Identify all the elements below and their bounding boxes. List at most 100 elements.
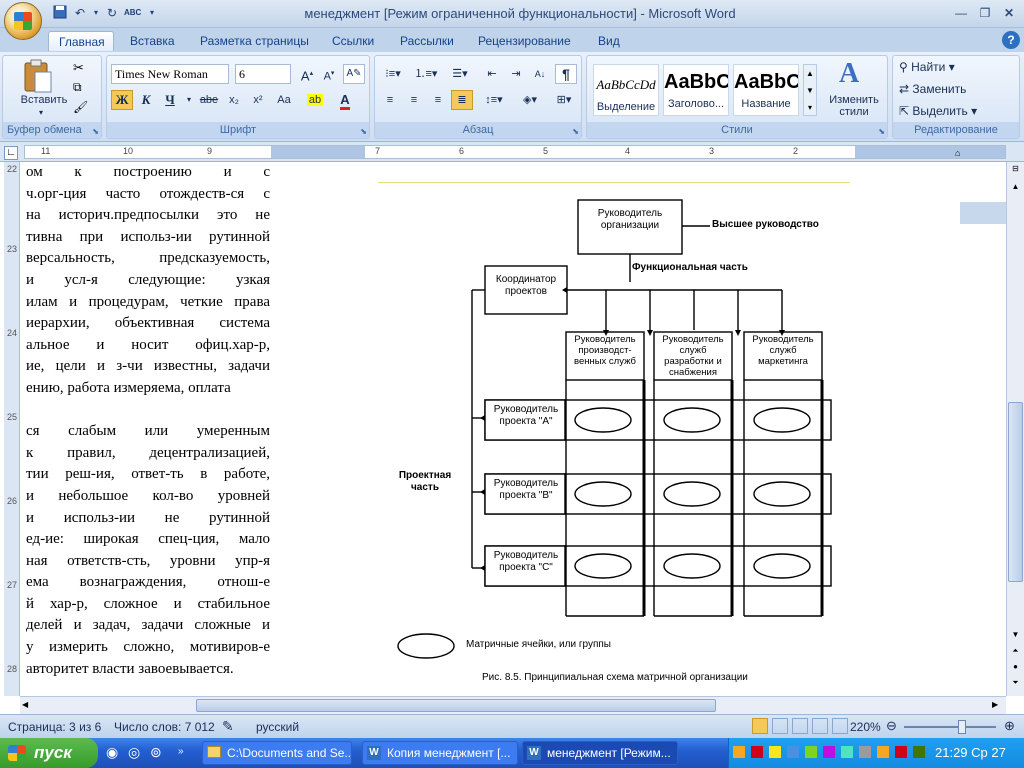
styles-scroll[interactable]: ▲ ▼ ▾ <box>803 64 817 116</box>
decrease-indent-icon[interactable]: ⇤ <box>481 64 503 84</box>
text-line[interactable]: тивна при использ-ии рутинной <box>26 227 270 249</box>
tab-page-layout[interactable]: Разметка страницы <box>190 31 319 51</box>
document-page[interactable]: ом к построению и с ч.орг-ция часто отожд… <box>20 162 1006 696</box>
grow-font-icon[interactable]: A▴ <box>297 64 317 84</box>
help-icon[interactable]: ? <box>1002 31 1020 49</box>
text-line[interactable]: ся слабым или умеренным <box>26 421 270 443</box>
shading-icon[interactable]: ◈▾ <box>515 90 545 110</box>
text-line[interactable]: ие, цели и з-чи известны, задачи <box>26 356 270 378</box>
underline-dropdown-icon[interactable]: ▾ <box>185 90 193 110</box>
increase-indent-icon[interactable]: ⇥ <box>505 64 527 84</box>
shrink-font-icon[interactable]: A▾ <box>319 64 339 84</box>
taskbar-item-explorer[interactable]: C:\Documents and Se... <box>202 741 352 765</box>
tray-icon[interactable] <box>895 746 907 758</box>
dialog-launcher-icon[interactable]: ⬊ <box>92 127 99 136</box>
text-line[interactable] <box>26 400 270 422</box>
save-icon[interactable] <box>52 5 68 21</box>
outline-icon[interactable] <box>812 718 828 734</box>
text-line[interactable]: и использ-ии не рутинной <box>26 508 270 530</box>
quicklaunch-icon[interactable]: ⊚ <box>150 744 162 761</box>
text-line[interactable]: ная ответств-сть, уровни упр-я <box>26 551 270 573</box>
text-line[interactable]: ом к построению и с <box>26 162 270 184</box>
tray-icon[interactable] <box>823 746 835 758</box>
tab-home[interactable]: Главная <box>48 31 114 51</box>
tray-icon[interactable] <box>841 746 853 758</box>
dialog-launcher-icon[interactable]: ⬊ <box>360 127 367 136</box>
align-center-icon[interactable]: ≡ <box>403 90 425 110</box>
quicklaunch-more-icon[interactable]: » <box>178 746 184 757</box>
tab-selector[interactable]: ∟ <box>4 146 18 160</box>
change-styles-icon[interactable]: A <box>839 58 859 90</box>
close-button[interactable]: ✕ <box>998 4 1020 22</box>
borders-icon[interactable]: ⊞▾ <box>549 90 579 110</box>
zoom-out-icon[interactable]: ⊖ <box>886 718 897 734</box>
tray-icon[interactable] <box>859 746 871 758</box>
change-styles-button[interactable]: Изменить стили <box>819 94 889 118</box>
minimize-button[interactable]: — <box>950 4 972 22</box>
style-emphasis[interactable]: AaBbCcDd Выделение <box>593 64 659 116</box>
quicklaunch-icon[interactable]: ◎ <box>128 744 140 761</box>
text-line[interactable]: к правил, децентрализацией, <box>26 443 270 465</box>
underline-button[interactable]: Ч <box>159 90 181 110</box>
zoom-slider[interactable] <box>904 726 996 728</box>
font-color-icon[interactable]: A <box>333 90 357 110</box>
undo-icon[interactable]: ↶ <box>72 5 88 21</box>
full-screen-reading-icon[interactable] <box>772 718 788 734</box>
prev-page-icon[interactable]: ⏶ <box>1009 646 1022 656</box>
find-button[interactable]: ⚲ Найти ▾ <box>899 60 955 74</box>
scroll-thumb[interactable] <box>1008 402 1023 582</box>
scroll-right-icon[interactable]: ▶ <box>992 700 998 709</box>
scroll-down-icon[interactable]: ▼ <box>1009 630 1022 639</box>
line-spacing-icon[interactable]: ↕≡▾ <box>479 90 509 110</box>
undo-dropdown-icon[interactable]: ▾ <box>88 5 104 21</box>
bold-button[interactable]: Ж <box>111 90 133 110</box>
tray-icon[interactable] <box>769 746 781 758</box>
tab-review[interactable]: Рецензирование <box>468 31 581 51</box>
text-line[interactable]: на историч.предпосылки это не <box>26 205 270 227</box>
font-size-combo[interactable]: 6 <box>235 64 291 84</box>
redo-icon[interactable]: ↻ <box>104 5 120 21</box>
document-text[interactable]: ом к построению и с ч.орг-ция часто отожд… <box>26 162 270 680</box>
strikethrough-button[interactable]: abe <box>197 90 221 110</box>
text-line[interactable]: альное и носит офиц.хар-р, <box>26 335 270 357</box>
tray-icon[interactable] <box>733 746 745 758</box>
horizontal-scrollbar[interactable]: ◀ ▶ <box>20 696 1006 714</box>
text-line[interactable]: й хар-р, сложное и стабильное <box>26 594 270 616</box>
word-count[interactable]: Число слов: 7 012 <box>114 720 215 734</box>
tray-icon[interactable] <box>805 746 817 758</box>
bullets-icon[interactable]: ⁝≡▾ <box>379 64 407 84</box>
language[interactable]: русский <box>256 720 299 734</box>
text-line[interactable]: илам и процедурам, четкие права <box>26 292 270 314</box>
dialog-launcher-icon[interactable]: ⬊ <box>878 127 885 136</box>
superscript-button[interactable]: x² <box>247 90 269 110</box>
vertical-ruler[interactable]: 22 23 24 25 26 27 28 <box>4 162 20 696</box>
zoom-slider-thumb[interactable] <box>958 720 966 734</box>
paste-icon[interactable] <box>21 58 55 94</box>
tab-insert[interactable]: Вставка <box>120 31 185 51</box>
customize-qat-icon[interactable]: ▾ <box>144 5 160 21</box>
restore-button[interactable]: ❐ <box>974 4 996 22</box>
dialog-launcher-icon[interactable]: ⬊ <box>572 127 579 136</box>
text-line[interactable]: и небольшое кол-во уровней <box>26 486 270 508</box>
zoom-level[interactable]: 220% <box>850 720 881 734</box>
select-button[interactable]: ⇱ Выделить ▾ <box>899 104 977 118</box>
taskbar-item-word-copy[interactable]: W Копия менеджмент [... <box>362 741 518 765</box>
start-button[interactable]: пуск <box>0 738 98 768</box>
page-count[interactable]: Страница: 3 из 6 <box>8 720 101 734</box>
text-line[interactable]: ч.орг-ция часто отождеств-ся с <box>26 184 270 206</box>
copy-icon[interactable]: ⧉ <box>73 80 82 95</box>
text-line[interactable]: ема вознаграждения, отнош-е <box>26 572 270 594</box>
indent-marker-icon[interactable]: ⌂ <box>955 148 960 158</box>
tray-icon[interactable] <box>787 746 799 758</box>
browse-object-icon[interactable]: ● <box>1009 662 1022 671</box>
numbering-icon[interactable]: ⒈≡▾ <box>411 64 441 84</box>
highlight-icon[interactable]: ab <box>303 90 327 110</box>
style-heading[interactable]: AaBbC Заголово... <box>663 64 729 116</box>
align-right-icon[interactable]: ≡ <box>427 90 449 110</box>
style-title[interactable]: AaBbC Название <box>733 64 799 116</box>
justify-icon[interactable]: ≣ <box>451 90 473 110</box>
text-line[interactable]: у измерить сложно, мотивиров-е <box>26 637 270 659</box>
tray-icon[interactable] <box>913 746 925 758</box>
quicklaunch-icon[interactable]: ◉ <box>106 744 118 761</box>
clear-formatting-icon[interactable]: A✎ <box>343 64 365 84</box>
